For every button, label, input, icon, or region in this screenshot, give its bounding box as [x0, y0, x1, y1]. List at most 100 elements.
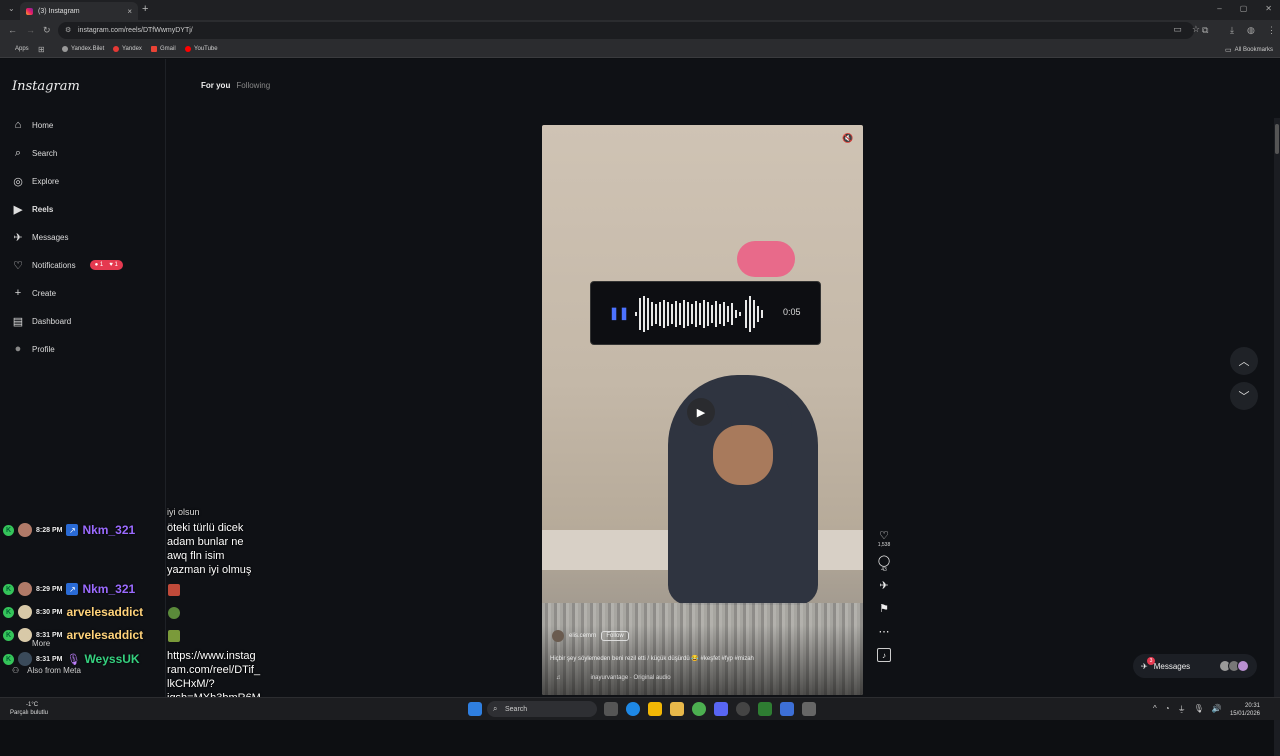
- minimize-button[interactable]: –: [1217, 4, 1221, 13]
- chat-message: öteki türlü dicek adam bunlar ne awq fln…: [167, 522, 252, 576]
- search-icon: ⌕: [14, 146, 22, 159]
- compass-icon: ◎: [13, 175, 23, 188]
- play-icon[interactable]: ▶: [687, 398, 715, 426]
- mute-icon[interactable]: 🔇: [841, 131, 855, 145]
- chrome-icon[interactable]: [692, 702, 706, 716]
- voice-duration: 0:05: [783, 307, 801, 317]
- sidebar-item-messages[interactable]: ✈ Messages: [12, 231, 68, 244]
- reel-video[interactable]: 🔇 ▶ elis.cemrn Follow Hiçbir şey söyleme…: [542, 125, 863, 695]
- pause-icon[interactable]: ❚❚: [609, 306, 629, 320]
- obs-icon[interactable]: [736, 702, 750, 716]
- edge-icon[interactable]: [626, 702, 640, 716]
- more-options-icon[interactable]: ⋯: [879, 625, 890, 638]
- save-bookmark-icon[interactable]: ⚑: [879, 602, 889, 615]
- usb-icon[interactable]: ⏚: [1178, 704, 1186, 715]
- tab-groups-icon[interactable]: ⊞: [38, 45, 45, 54]
- tab-title: (3) Instagram: [38, 7, 80, 15]
- profile-icon[interactable]: ◍: [1247, 25, 1255, 36]
- file-explorer-icon[interactable]: [670, 702, 684, 716]
- task-view-icon[interactable]: [604, 702, 618, 716]
- discord-icon[interactable]: [714, 702, 728, 716]
- home-icon: ⌂: [14, 119, 22, 131]
- sidebar-item-reels[interactable]: ▶ Reels: [12, 203, 54, 216]
- all-bookmarks[interactable]: ▭ All Bookmarks: [1225, 46, 1273, 54]
- chevron-up-icon[interactable]: ^: [1153, 704, 1157, 715]
- volume-icon[interactable]: 🔊: [1212, 704, 1222, 715]
- reload-icon[interactable]: ↻: [43, 25, 51, 36]
- mic-icon[interactable]: 🎙: [1194, 704, 1204, 715]
- clock-time: 20:31: [1244, 703, 1260, 709]
- avatar: [18, 582, 32, 596]
- maximize-button[interactable]: ▢: [1240, 4, 1248, 13]
- author-avatar[interactable]: [552, 630, 564, 642]
- reels-icon: ▶: [13, 203, 23, 216]
- tab-search-icon[interactable]: ⌄: [8, 4, 15, 13]
- sidebar-item-home[interactable]: ⌂ Home: [12, 119, 54, 131]
- reel-caption[interactable]: Hiçbir şey söylemeden beni rezil etti / …: [550, 655, 754, 662]
- bookmark-yandex-bilet[interactable]: Yandex.Bilet: [62, 46, 104, 52]
- share-icon[interactable]: ✈: [879, 579, 888, 592]
- audio-label: inayurvantage · Original audio: [590, 675, 671, 681]
- audio-thumbnail-icon[interactable]: ♪: [877, 648, 891, 662]
- author-name[interactable]: elis.cemrn: [569, 633, 596, 639]
- sidebar-item-profile[interactable]: ● Profile: [12, 343, 55, 355]
- comment-count-badge: ● 1: [94, 262, 104, 268]
- yandex-icon: [113, 46, 119, 52]
- network-icon[interactable]: ◔: [1165, 704, 1170, 715]
- bookmark-yandex[interactable]: Yandex: [113, 46, 142, 52]
- tab-close-icon[interactable]: ×: [127, 7, 132, 16]
- browser-tab-strip: ⌄ (3) Instagram × + – ▢ ✕: [0, 0, 1280, 20]
- extensions-icon[interactable]: ⧉: [1202, 25, 1208, 36]
- chat-row: K 8:28 PM ↗ Nkm_321: [3, 523, 135, 537]
- previous-reel-button[interactable]: ︿: [1230, 347, 1258, 375]
- new-tab-button[interactable]: +: [142, 3, 148, 15]
- avatar: [18, 523, 32, 537]
- comment-icon[interactable]: ◯: [878, 554, 890, 567]
- chat-row: K 8:31 PM 🎙 WeyssUK: [3, 652, 140, 666]
- tab-for-you[interactable]: For you: [201, 81, 230, 90]
- weather-widget[interactable]: -1°C Parçalı bulutlu: [10, 701, 48, 717]
- back-icon[interactable]: ←: [8, 25, 17, 35]
- taskbar-search[interactable]: ⌕ Search: [487, 701, 597, 717]
- next-reel-button[interactable]: ﹀: [1230, 382, 1258, 410]
- bookmark-apps[interactable]: Apps: [6, 46, 29, 52]
- stream-chat-overlay: iyi olsun K 8:28 PM ↗ Nkm_321 öteki türl…: [0, 505, 280, 720]
- sidebar-item-create[interactable]: + Create: [12, 287, 56, 299]
- reel-audio[interactable]: ♫ inayurvantage · Original audio: [556, 675, 671, 681]
- browser-menu-icon[interactable]: ⋮: [1267, 25, 1276, 36]
- feed-tabs: For you Following: [201, 81, 270, 90]
- audio-waveform[interactable]: [633, 292, 775, 336]
- system-tray: ^ ◔ ⏚ 🎙 🔊: [1153, 704, 1222, 715]
- sidebar-item-notifications[interactable]: ♡ Notifications ● 1 ♥ 1: [12, 259, 123, 272]
- site-info-icon[interactable]: ⚙: [65, 26, 71, 34]
- app-icon[interactable]: [758, 702, 772, 716]
- chat-time: 8:30 PM: [36, 608, 63, 616]
- clock-date: 15/01/2026: [1229, 711, 1260, 717]
- bookmark-gmail[interactable]: Gmail: [151, 46, 176, 52]
- scrollbar-thumb[interactable]: [1275, 124, 1279, 154]
- bookmark-youtube[interactable]: YouTube: [185, 46, 218, 52]
- cast-icon[interactable]: ▭: [1173, 24, 1182, 35]
- url-field[interactable]: ⚙ instagram.com/reels/DTfWwmyDYTj/: [58, 22, 1194, 39]
- like-heart-icon[interactable]: ♡: [879, 529, 889, 542]
- forward-icon[interactable]: →: [26, 25, 35, 35]
- messages-pill[interactable]: ✈ 3 Messages: [1133, 654, 1257, 678]
- sidebar-item-search[interactable]: ⌕ Search: [12, 147, 57, 159]
- windows-start-icon[interactable]: [468, 702, 482, 716]
- clock[interactable]: 20:31 15/01/2026: [1230, 702, 1260, 718]
- bookmark-star-icon[interactable]: ☆: [1192, 24, 1200, 35]
- tab-following[interactable]: Following: [236, 81, 270, 90]
- downloads-icon[interactable]: ⤓: [1230, 25, 1234, 36]
- sidebar-item-dashboard[interactable]: ▤ Dashboard: [12, 315, 71, 328]
- follow-button[interactable]: Follow: [601, 631, 629, 641]
- close-window-button[interactable]: ✕: [1265, 4, 1272, 13]
- notification-pill[interactable]: ● 1 ♥ 1: [89, 260, 123, 270]
- instagram-logo[interactable]: Instagram: [12, 79, 80, 94]
- app-icon[interactable]: [780, 702, 794, 716]
- tab-instagram[interactable]: (3) Instagram ×: [20, 2, 138, 20]
- page-scrollbar[interactable]: [1274, 118, 1280, 756]
- copilot-icon[interactable]: [648, 702, 662, 716]
- app-icon[interactable]: [802, 702, 816, 716]
- sidebar-item-explore[interactable]: ◎ Explore: [12, 175, 59, 188]
- window-controls: – ▢ ✕: [1217, 4, 1272, 13]
